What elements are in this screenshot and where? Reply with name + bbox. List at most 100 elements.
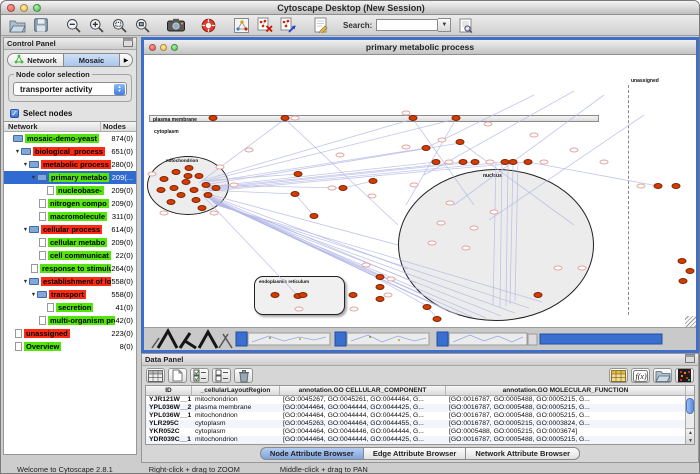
unselect-attributes-icon[interactable]: [212, 368, 231, 383]
network-tree-item[interactable]: ▼transport558(0): [4, 288, 136, 301]
network-node[interactable]: [182, 179, 191, 185]
open-file-icon[interactable]: [7, 16, 28, 34]
network-tree-item[interactable]: multi-organism pro42(0): [4, 314, 136, 327]
search-input[interactable]: [376, 19, 438, 31]
network-tree-item[interactable]: response to stimulu264(0): [4, 262, 136, 275]
network-node[interactable]: [185, 165, 194, 171]
column-header[interactable]: annotation.GO MOLECULAR_FUNCTION: [446, 386, 686, 395]
scrollbar-arrows[interactable]: ▲▼: [686, 428, 695, 444]
table-scrollbar[interactable]: ▲▼: [685, 396, 694, 444]
delete-attribute-icon[interactable]: [234, 368, 253, 383]
network-node[interactable]: [409, 115, 418, 121]
network-node[interactable]: [281, 115, 290, 121]
network-node[interactable]: [172, 169, 181, 175]
network-node[interactable]: [195, 173, 204, 179]
search-dropdown-icon[interactable]: ▼: [438, 18, 451, 32]
network-node[interactable]: [422, 145, 431, 151]
new-attribute-icon[interactable]: [168, 368, 187, 383]
select-attributes-icon[interactable]: [190, 368, 209, 383]
zoom-fit-icon[interactable]: [109, 16, 130, 34]
column-header[interactable]: ID: [146, 386, 192, 395]
network-node[interactable]: [209, 115, 218, 121]
float-panel-icon[interactable]: [123, 38, 133, 49]
tabs-overflow-arrow[interactable]: ▶: [120, 53, 133, 67]
network-node[interactable]: [192, 197, 201, 203]
network-node[interactable]: [339, 185, 348, 191]
network-node[interactable]: [291, 191, 300, 197]
network-node[interactable]: [376, 284, 385, 290]
network-tree-item[interactable]: cellular metabo209(0): [4, 236, 136, 249]
network-tree-item[interactable]: nitrogen compo209(0): [4, 197, 136, 210]
network-node[interactable]: [167, 199, 176, 205]
network-node[interactable]: [369, 178, 378, 184]
network-tree-item[interactable]: nucleobase-209(0): [4, 184, 136, 197]
zoom-window-icon[interactable]: [171, 44, 178, 51]
network-node[interactable]: [157, 187, 166, 193]
network-tree-item[interactable]: unassigned223(0): [4, 327, 136, 340]
table-row[interactable]: YLR295Ccytoplasm[GO:0045263, GO:0044464,…: [146, 420, 694, 428]
annotation-icon[interactable]: [310, 16, 331, 34]
table-row[interactable]: YKR052Ccytoplasm[GO:0044464, GO:0044446,…: [146, 428, 694, 436]
network-node[interactable]: [299, 292, 308, 298]
create-network-icon[interactable]: [277, 16, 298, 34]
zoom-in-icon[interactable]: [86, 16, 107, 34]
network-node[interactable]: [509, 159, 518, 165]
expand-arrow-icon[interactable]: ▼: [22, 279, 29, 285]
network-tree-item[interactable]: Overview8(0): [4, 340, 136, 353]
function-builder-icon[interactable]: f(x): [631, 368, 650, 383]
float-panel-icon[interactable]: [685, 354, 695, 365]
network-tree-item[interactable]: ▼establishment of lo558(0): [4, 275, 136, 288]
network-node[interactable]: [177, 192, 186, 198]
scrollbar-thumb[interactable]: [686, 398, 694, 414]
network-node[interactable]: [433, 316, 442, 322]
network-node[interactable]: [198, 205, 207, 211]
network-node[interactable]: [184, 173, 193, 179]
network-node[interactable]: [423, 304, 432, 310]
network-node[interactable]: [310, 213, 319, 219]
network-node[interactable]: [534, 292, 543, 298]
table-row[interactable]: YPL036W__1mitochondrion[GO:0044464, GO:0…: [146, 412, 694, 420]
zoom-out-icon[interactable]: [63, 16, 84, 34]
expand-arrow-icon[interactable]: ▼: [22, 162, 29, 168]
network-node[interactable]: [654, 183, 663, 189]
expand-arrow-icon[interactable]: ▼: [14, 149, 21, 155]
snapshot-icon[interactable]: [165, 16, 186, 34]
expand-arrow-icon[interactable]: ▼: [30, 175, 37, 181]
network-tree-item[interactable]: cell communicat22(0): [4, 249, 136, 262]
network-node[interactable]: [190, 187, 199, 193]
tab-mosaic[interactable]: Mosaic: [64, 53, 120, 67]
network-node[interactable]: [459, 159, 468, 165]
network-node[interactable]: [471, 159, 480, 165]
minimize-window-icon[interactable]: [160, 44, 167, 51]
network-canvas[interactable]: plasma membrane cytoplasm mitochondrion …: [144, 55, 696, 328]
network-node[interactable]: [456, 139, 465, 145]
close-window-icon[interactable]: [149, 44, 156, 51]
network-tree-item[interactable]: ▼metabolic process280(0): [4, 158, 136, 171]
minimize-window-icon[interactable]: [20, 4, 28, 12]
network-node[interactable]: [212, 185, 221, 191]
zoom-selected-icon[interactable]: [132, 16, 153, 34]
network-node[interactable]: [294, 171, 303, 177]
select-nodes-checkbox[interactable]: ✓: [10, 109, 19, 118]
expand-arrow-icon[interactable]: ▼: [30, 292, 37, 298]
column-header[interactable]: annotation.GO CELLULAR_COMPONENT: [280, 386, 446, 395]
node-color-combobox[interactable]: transporter activity ▲▼: [13, 82, 127, 96]
table-row[interactable]: YPL036W__2plasma membrane[GO:0044464, GO…: [146, 404, 694, 412]
matrix-icon[interactable]: [675, 368, 694, 383]
column-header[interactable]: _cellularLayoutRegion: [192, 386, 280, 395]
zoom-window-icon[interactable]: [33, 4, 41, 12]
tab-edge-attribute-browser[interactable]: Edge Attribute Browser: [364, 447, 466, 460]
open-attribute-icon[interactable]: [653, 368, 672, 383]
network-node[interactable]: [672, 183, 681, 189]
network-node[interactable]: [204, 192, 213, 198]
network-node[interactable]: [376, 296, 385, 302]
network-node[interactable]: [376, 274, 385, 280]
network-tree-item[interactable]: mosaic-demo-yeast874(0): [4, 132, 136, 145]
network-node[interactable]: [678, 258, 687, 264]
enhanced-search-icon[interactable]: [455, 16, 476, 34]
tab-network[interactable]: Network: [7, 53, 64, 67]
network-window-titlebar[interactable]: primary metabolic process: [144, 40, 696, 55]
import-table-icon[interactable]: [609, 368, 628, 383]
network-node[interactable]: [170, 185, 179, 191]
network-node[interactable]: [349, 292, 358, 298]
